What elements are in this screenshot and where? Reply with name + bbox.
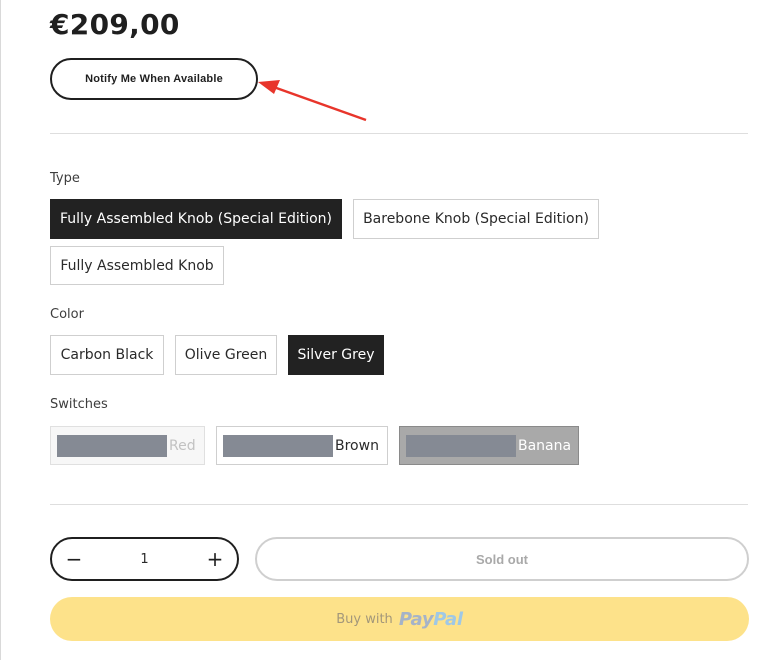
type-label: Type	[50, 171, 80, 186]
sold-out-button[interactable]: Sold out	[255, 537, 749, 581]
quantity-stepper: − +	[50, 537, 239, 581]
switch-option-red[interactable]: Red	[50, 426, 205, 465]
section-divider-top	[50, 133, 748, 134]
product-price: €209,00	[50, 8, 180, 41]
paypal-logo-pay: Pay	[398, 608, 434, 630]
type-option-fully-assembled-special[interactable]: Fully Assembled Knob (Special Edition)	[50, 199, 342, 239]
type-option-barebone-special[interactable]: Barebone Knob (Special Edition)	[353, 199, 599, 239]
page-left-border	[0, 0, 1, 660]
decrease-quantity-button[interactable]: −	[64, 549, 84, 569]
switch-option-brown[interactable]: Brown	[216, 426, 388, 465]
paypal-logo-pal: Pal	[433, 608, 463, 630]
paypal-checkout-button[interactable]: Buy with PayPal	[50, 597, 749, 641]
paypal-logo: PayPal	[399, 609, 463, 630]
quantity-input[interactable]	[112, 550, 177, 568]
redacted-swatch-image	[406, 434, 516, 457]
increase-quantity-button[interactable]: +	[205, 549, 225, 569]
color-option-silver-grey[interactable]: Silver Grey	[288, 335, 384, 375]
redacted-swatch-image	[57, 434, 167, 457]
paypal-prefix-text: Buy with	[336, 611, 393, 627]
section-divider-bottom	[50, 504, 748, 505]
color-option-carbon-black[interactable]: Carbon Black	[50, 335, 164, 375]
switch-option-label: Banana	[518, 437, 572, 454]
notify-me-button[interactable]: Notify Me When Available	[50, 58, 258, 100]
switch-option-label: Red	[169, 437, 196, 454]
switch-option-label: Brown	[335, 437, 379, 454]
redacted-swatch-image	[223, 434, 333, 457]
color-label: Color	[50, 307, 84, 322]
switch-option-banana[interactable]: Banana	[399, 426, 579, 465]
color-option-olive-green[interactable]: Olive Green	[175, 335, 277, 375]
switches-label: Switches	[50, 397, 108, 412]
type-option-fully-assembled[interactable]: Fully Assembled Knob	[50, 246, 224, 285]
